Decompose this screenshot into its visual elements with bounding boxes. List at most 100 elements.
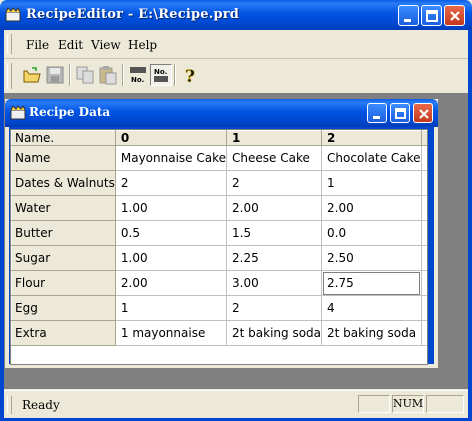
grid-cell[interactable]: Mayonnaise Cake [114,145,228,171]
number-view-icon: No. [154,68,168,82]
minimize-icon [373,116,380,119]
grid-cell[interactable]: 2 [114,170,228,196]
status-pane-scroll [426,395,464,413]
toolbar-grip[interactable] [7,63,12,89]
grid-cell[interactable]: 1 [114,295,228,321]
toolbar-separator [122,64,124,86]
maximize-icon [426,10,438,22]
table-row: Sugar 1.00 2.25 2.50 [11,245,427,271]
menu-grip[interactable] [7,34,12,54]
row-header[interactable]: Water [11,195,116,221]
grid-cell[interactable]: 0.0 [321,220,422,246]
grid-cell[interactable]: 3.00 [226,270,323,296]
grid-cell[interactable]: 2.50 [321,245,422,271]
maximize-icon [395,108,406,119]
column-header[interactable]: 2 [321,130,422,146]
save-icon [46,66,64,84]
grid-cell[interactable]: 2.25 [226,245,323,271]
row-header[interactable]: Extra [11,320,116,346]
statusbar-grip[interactable] [7,396,12,414]
toolbar-separator [69,64,71,86]
minimize-button[interactable] [398,5,419,26]
table-row: Butter 0.5 1.5 0.0 [11,220,427,246]
grid-cell[interactable]: 1.00 [114,245,228,271]
window-title: RecipeEditor - E:\Recipe.prd [26,7,240,22]
menu-file[interactable]: File [26,38,49,52]
toolbar: No. No. ? [4,59,468,92]
row-header[interactable]: Sugar [11,245,116,271]
grid-cell[interactable]: 1 mayonnaise [114,320,228,346]
grid-cell[interactable]: 1 [321,170,422,196]
recipe-grid[interactable]: Name. 0 1 2 Name Mayonnaise Cake Cheese … [10,129,428,365]
grid-cell[interactable]: 2t baking soda [321,320,422,346]
paste-button[interactable] [97,64,119,86]
menu-view[interactable]: View [91,38,121,52]
table-row: Flour 2.00 3.00 2.75 [11,270,427,296]
close-icon [419,109,429,119]
row-header[interactable]: Egg [11,295,116,321]
open-icon [23,67,41,83]
row-header[interactable]: Flour [11,270,116,296]
menu-bar: File Edit View Help [4,30,468,59]
grid-cell-selected[interactable]: 2.75 [321,270,422,296]
number-view-button[interactable]: No. [150,64,172,86]
copy-icon [76,66,94,84]
row-header[interactable]: Butter [11,220,116,246]
save-button[interactable] [44,64,66,86]
grid-cell-filler [420,270,427,296]
column-header[interactable]: 1 [226,130,323,146]
child-maximize-button[interactable] [390,103,410,123]
copy-button[interactable] [74,64,96,86]
close-button[interactable] [444,5,465,26]
grid-cell[interactable]: 1.5 [226,220,323,246]
child-window-title: Recipe Data [29,105,111,119]
app-icon [10,105,26,120]
close-icon [450,11,460,21]
help-icon: ? [185,67,196,88]
maximize-button[interactable] [421,5,442,26]
status-pane-num: NUM [392,395,424,413]
svg-text:?: ? [185,67,195,86]
grid-cell-filler [420,245,427,271]
grid-cell[interactable]: 2.00 [114,270,228,296]
grid-cell[interactable]: 2.00 [321,195,422,221]
column-header[interactable]: 0 [114,130,228,146]
number-icon: No. [130,67,146,84]
child-minimize-button[interactable] [367,103,387,123]
open-button[interactable] [21,64,43,86]
paste-icon [99,66,117,85]
status-pane-caps [358,395,390,413]
row-header[interactable]: Dates & Walnuts [11,170,116,196]
main-title-bar[interactable]: RecipeEditor - E:\Recipe.prd [0,0,472,30]
number-button[interactable]: No. [127,64,149,86]
grid-cell[interactable]: Cheese Cake [226,145,323,171]
minimize-icon [404,19,411,22]
grid-cell[interactable]: 0.5 [114,220,228,246]
grid-cell-filler [420,195,427,221]
svg-text:No.: No. [131,76,144,84]
grid-cell-filler [420,170,427,196]
menu-help[interactable]: Help [128,38,157,52]
svg-text:No.: No. [154,68,167,76]
child-close-button[interactable] [413,103,433,123]
grid-cell[interactable]: 4 [321,295,422,321]
child-title-bar[interactable]: Recipe Data [5,99,438,127]
grid-cell[interactable]: 2 [226,170,323,196]
grid-cell-filler [420,220,427,246]
menu-edit[interactable]: Edit [58,38,83,52]
help-button[interactable]: ? [179,64,201,88]
row-header[interactable]: Name [11,145,116,171]
table-row: Dates & Walnuts 2 2 1 [11,170,427,196]
grid-cell-filler [420,295,427,321]
grid-header-row: Name. 0 1 2 [11,130,427,146]
grid-cell[interactable]: 2t baking soda [226,320,323,346]
table-row: Extra 1 mayonnaise 2t baking soda 2t bak… [11,320,427,346]
table-row: Water 1.00 2.00 2.00 [11,195,427,221]
grid-cell-filler [420,320,427,346]
table-row: Egg 1 2 4 [11,295,427,321]
grid-cell[interactable]: Chocolate Cake [321,145,422,171]
grid-cell[interactable]: 1.00 [114,195,228,221]
grid-cell[interactable]: 2 [226,295,323,321]
toolbar-separator [174,64,176,86]
grid-cell[interactable]: 2.00 [226,195,323,221]
